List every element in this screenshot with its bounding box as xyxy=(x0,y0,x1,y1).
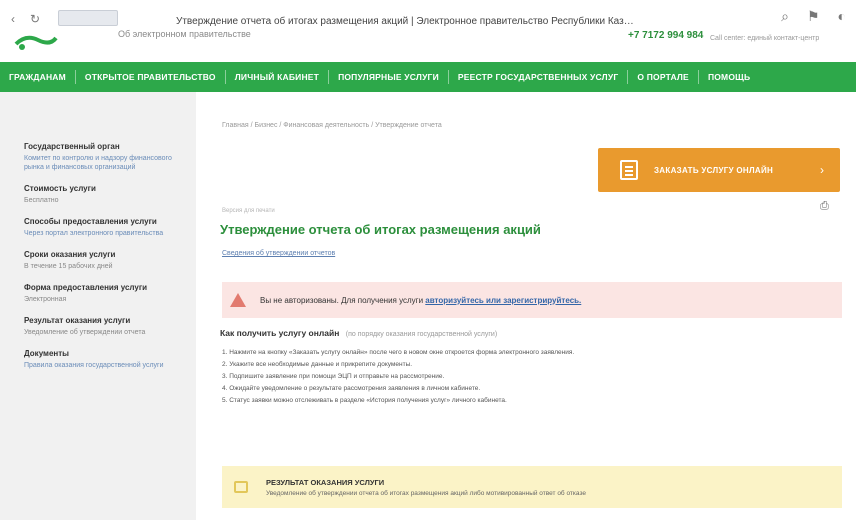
sidebar-section: Сроки оказания услуги В течение 15 рабоч… xyxy=(24,250,196,271)
alert-text: Вы не авторизованы. Для получения услуги… xyxy=(260,296,581,305)
steps-list: 1. Нажмите на кнопку «Заказать услугу он… xyxy=(222,348,842,408)
menu-item-services-registry[interactable]: РЕЕСТР ГОСУДАРСТВЕННЫХ УСЛУГ xyxy=(449,72,627,82)
list-item: 4. Ожидайте уведомление о результате рас… xyxy=(222,385,481,392)
order-service-online-button[interactable]: ЗАКАЗАТЬ УСЛУГУ ОНЛАЙН › xyxy=(598,148,840,192)
sidebar-link[interactable]: Комитет по контролю и надзору финансовог… xyxy=(24,154,184,172)
sidebar-value: В течение 15 рабочих дней xyxy=(24,263,113,270)
menu-item-about[interactable]: О ПОРТАЛЕ xyxy=(628,72,698,82)
warning-icon xyxy=(230,293,246,307)
sidebar-heading: Документы xyxy=(24,349,69,358)
service-result-box: РЕЗУЛЬТАТ ОКАЗАНИЯ УСЛУГИ Уведомление об… xyxy=(222,466,842,508)
sidebar-section: Документы Правила оказания государственн… xyxy=(24,349,196,370)
print-version-link[interactable]: Версия для печати xyxy=(222,208,275,214)
sidebar-heading: Государственный орган xyxy=(24,142,120,151)
nav-controls: ‹ ↻ xyxy=(6,12,42,26)
sidebar-value: Электронная xyxy=(24,296,67,303)
sidebar-link[interactable]: Через портал электронного правительства xyxy=(24,229,184,238)
page-title: Утверждение отчета об итогах размещения … xyxy=(220,222,541,237)
site-link[interactable]: Об электронном правительстве xyxy=(118,29,251,39)
how-to-title: Как получить услугу онлайн xyxy=(220,328,340,338)
back-icon[interactable]: ‹ xyxy=(6,12,20,26)
sidebar-section: Форма предоставления услуги Электронная xyxy=(24,283,196,304)
how-to-heading: Как получить услугу онлайн (по порядку о… xyxy=(220,328,497,338)
alert-message: Вы не авторизованы. Для получения услуги xyxy=(260,295,424,305)
sidebar-heading: Результат оказания услуги xyxy=(24,316,131,325)
top-right-icons: ⌕ ⚑ ◐ xyxy=(781,8,846,25)
sidebar-value: Бесплатно xyxy=(24,197,59,204)
sidebar: Государственный орган Комитет по контрол… xyxy=(0,92,196,520)
list-item: 1. Нажмите на кнопку «Заказать услугу он… xyxy=(222,349,575,356)
phone-number: +7 7172 994 984 xyxy=(628,30,704,41)
sidebar-heading: Способы предоставления услуги xyxy=(24,217,157,226)
help-note: Call center: единый контакт-центр xyxy=(710,35,820,42)
list-item: 5. Статус заявки можно отслеживать в раз… xyxy=(222,397,507,404)
refresh-icon[interactable]: ↻ xyxy=(28,12,42,26)
search-icon[interactable]: ⌕ xyxy=(781,8,789,25)
language-icon[interactable]: ⚑ xyxy=(807,8,820,25)
menu-item-open-government[interactable]: ОТКРЫТОЕ ПРАВИТЕЛЬСТВО xyxy=(76,72,225,82)
document-icon xyxy=(620,160,638,180)
result-icon xyxy=(234,481,248,493)
list-item: 2. Укажите все необходимые данные и прик… xyxy=(222,361,413,368)
how-to-note: (по порядку оказания государственной усл… xyxy=(345,331,498,338)
login-register-link[interactable]: авторизуйтесь или зарегистрируйтесь. xyxy=(425,296,581,305)
sidebar-section: Стоимость услуги Бесплатно xyxy=(24,184,196,205)
result-heading: РЕЗУЛЬТАТ ОКАЗАНИЯ УСЛУГИ xyxy=(266,477,385,487)
window-title: Утверждение отчета об итогах размещения … xyxy=(176,16,636,27)
result-body: Уведомление об утверждении отчета об ито… xyxy=(266,489,586,497)
egov-logo-icon[interactable] xyxy=(14,30,58,52)
main-content: Главная / Бизнес / Финансовая деятельнос… xyxy=(196,92,856,520)
browser-header: ‹ ↻ Об электронном правительстве Утвержд… xyxy=(0,0,856,62)
breadcrumb[interactable]: Главная / Бизнес / Финансовая деятельнос… xyxy=(222,122,442,129)
menu-item-personal-cabinet[interactable]: ЛИЧНЫЙ КАБИНЕТ xyxy=(226,72,328,82)
list-item: 3. Подпишите заявление при помощи ЭЦП и … xyxy=(222,373,445,380)
print-icon[interactable]: ⎙ xyxy=(820,200,829,213)
accessibility-icon[interactable]: ◐ xyxy=(838,8,846,25)
auth-alert: Вы не авторизованы. Для получения услуги… xyxy=(222,282,842,318)
address-bar[interactable] xyxy=(58,10,118,26)
sidebar-value: Уведомление об утверждении отчета xyxy=(24,329,146,336)
order-button-label: ЗАКАЗАТЬ УСЛУГУ ОНЛАЙН xyxy=(654,165,774,175)
menu-item-citizens[interactable]: ГРАЖДАНАМ xyxy=(0,72,75,82)
sidebar-link[interactable]: Правила оказания государственной услуги xyxy=(24,361,184,370)
sidebar-section: Результат оказания услуги Уведомление об… xyxy=(24,316,196,337)
menu-item-popular-services[interactable]: ПОПУЛЯРНЫЕ УСЛУГИ xyxy=(329,72,448,82)
details-link[interactable]: Сведения об утверждении отчетов xyxy=(222,250,335,257)
sidebar-heading: Стоимость услуги xyxy=(24,184,96,193)
sidebar-heading: Сроки оказания услуги xyxy=(24,250,116,259)
sidebar-heading: Форма предоставления услуги xyxy=(24,283,148,292)
chevron-right-icon: › xyxy=(820,163,824,177)
result-text: РЕЗУЛЬТАТ ОКАЗАНИЯ УСЛУГИ Уведомление об… xyxy=(266,478,586,497)
sidebar-section: Способы предоставления услуги Через порт… xyxy=(24,217,196,238)
sidebar-section: Государственный орган Комитет по контрол… xyxy=(24,142,196,172)
menu-item-help[interactable]: ПОМОЩЬ xyxy=(699,72,759,82)
main-menu: ГРАЖДАНАМ ОТКРЫТОЕ ПРАВИТЕЛЬСТВО ЛИЧНЫЙ … xyxy=(0,62,856,92)
